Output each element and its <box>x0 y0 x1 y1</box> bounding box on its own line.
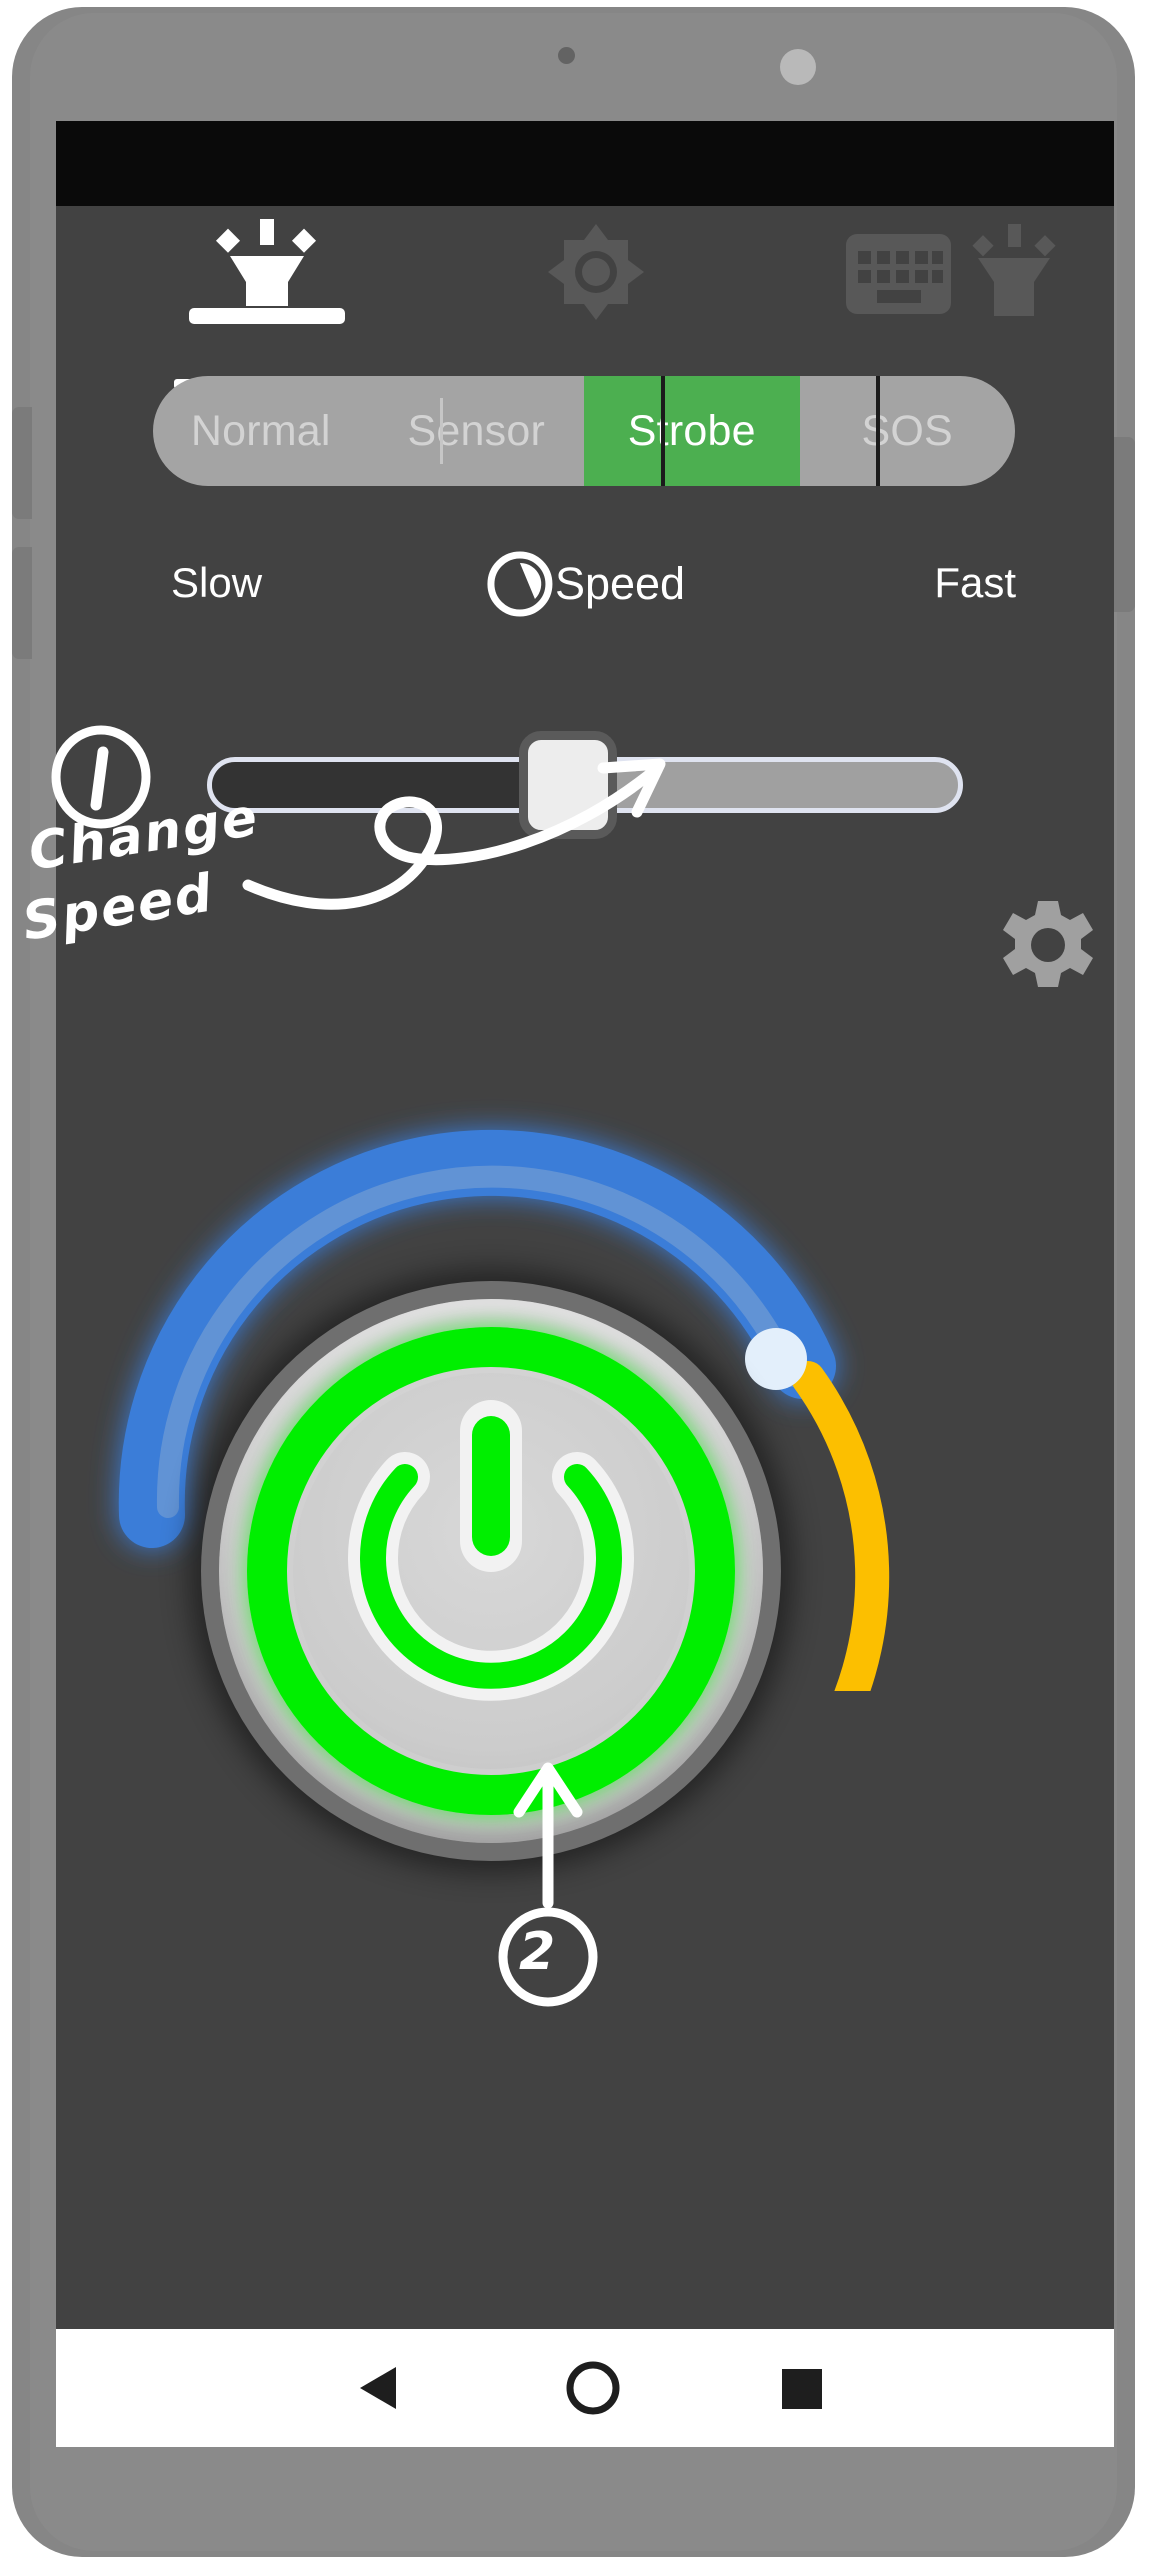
mode-selector[interactable]: Normal Sensor Strobe SOS <box>153 376 1015 486</box>
phone-frame: Normal Sensor Strobe SOS Slow Speed Fast <box>12 7 1135 2557</box>
yellow-progress-arc <box>791 1361 890 1691</box>
top-tab-bar <box>56 206 1114 389</box>
android-nav-bar <box>56 2329 1114 2447</box>
brightness-sun-icon <box>548 224 644 320</box>
power-icon <box>348 1400 634 1701</box>
volume-down-button[interactable] <box>12 547 32 659</box>
home-circle-icon <box>566 2361 620 2415</box>
nav-recents-button[interactable] <box>782 2369 822 2409</box>
speed-min-label: Slow <box>171 559 263 606</box>
mode-button-strobe[interactable]: Strobe <box>584 376 800 486</box>
status-bar <box>56 121 1114 206</box>
front-camera-icon <box>558 47 575 64</box>
flashlight-icon <box>972 224 1056 316</box>
back-triangle-icon <box>360 2367 396 2409</box>
mode-separator <box>661 376 665 486</box>
nav-back-button[interactable] <box>356 2365 400 2411</box>
speed-title-group: Speed <box>485 549 685 619</box>
speed-label-row: Slow Speed Fast <box>56 521 1114 641</box>
mode-button-sensor[interactable]: Sensor <box>368 376 584 486</box>
mode-separator <box>876 376 880 486</box>
speed-label: Speed <box>554 558 686 609</box>
keyboard-icon <box>846 234 951 314</box>
mode-button-sos[interactable]: SOS <box>799 376 1015 486</box>
earpiece-sensor-icon <box>780 49 816 85</box>
nav-home-button[interactable] <box>566 2361 620 2415</box>
speed-clock-icon <box>487 551 553 617</box>
flashlight-icon <box>189 219 345 324</box>
tab-keyboard[interactable] <box>846 234 951 314</box>
tab-brightness[interactable] <box>546 222 646 320</box>
speed-max-label: Fast <box>934 559 1016 606</box>
volume-up-button[interactable] <box>12 407 32 519</box>
mode-button-normal[interactable]: Normal <box>153 376 369 486</box>
mode-divider <box>440 398 443 464</box>
tab-flashlight-alt[interactable] <box>966 222 1061 317</box>
phone-screen: Normal Sensor Strobe SOS Slow Speed Fast <box>56 121 1114 2447</box>
tab-flashlight[interactable] <box>176 216 356 326</box>
power-dial-area <box>56 751 1114 1861</box>
power-button[interactable] <box>201 1281 781 1861</box>
hardware-power-button[interactable] <box>1113 437 1135 612</box>
